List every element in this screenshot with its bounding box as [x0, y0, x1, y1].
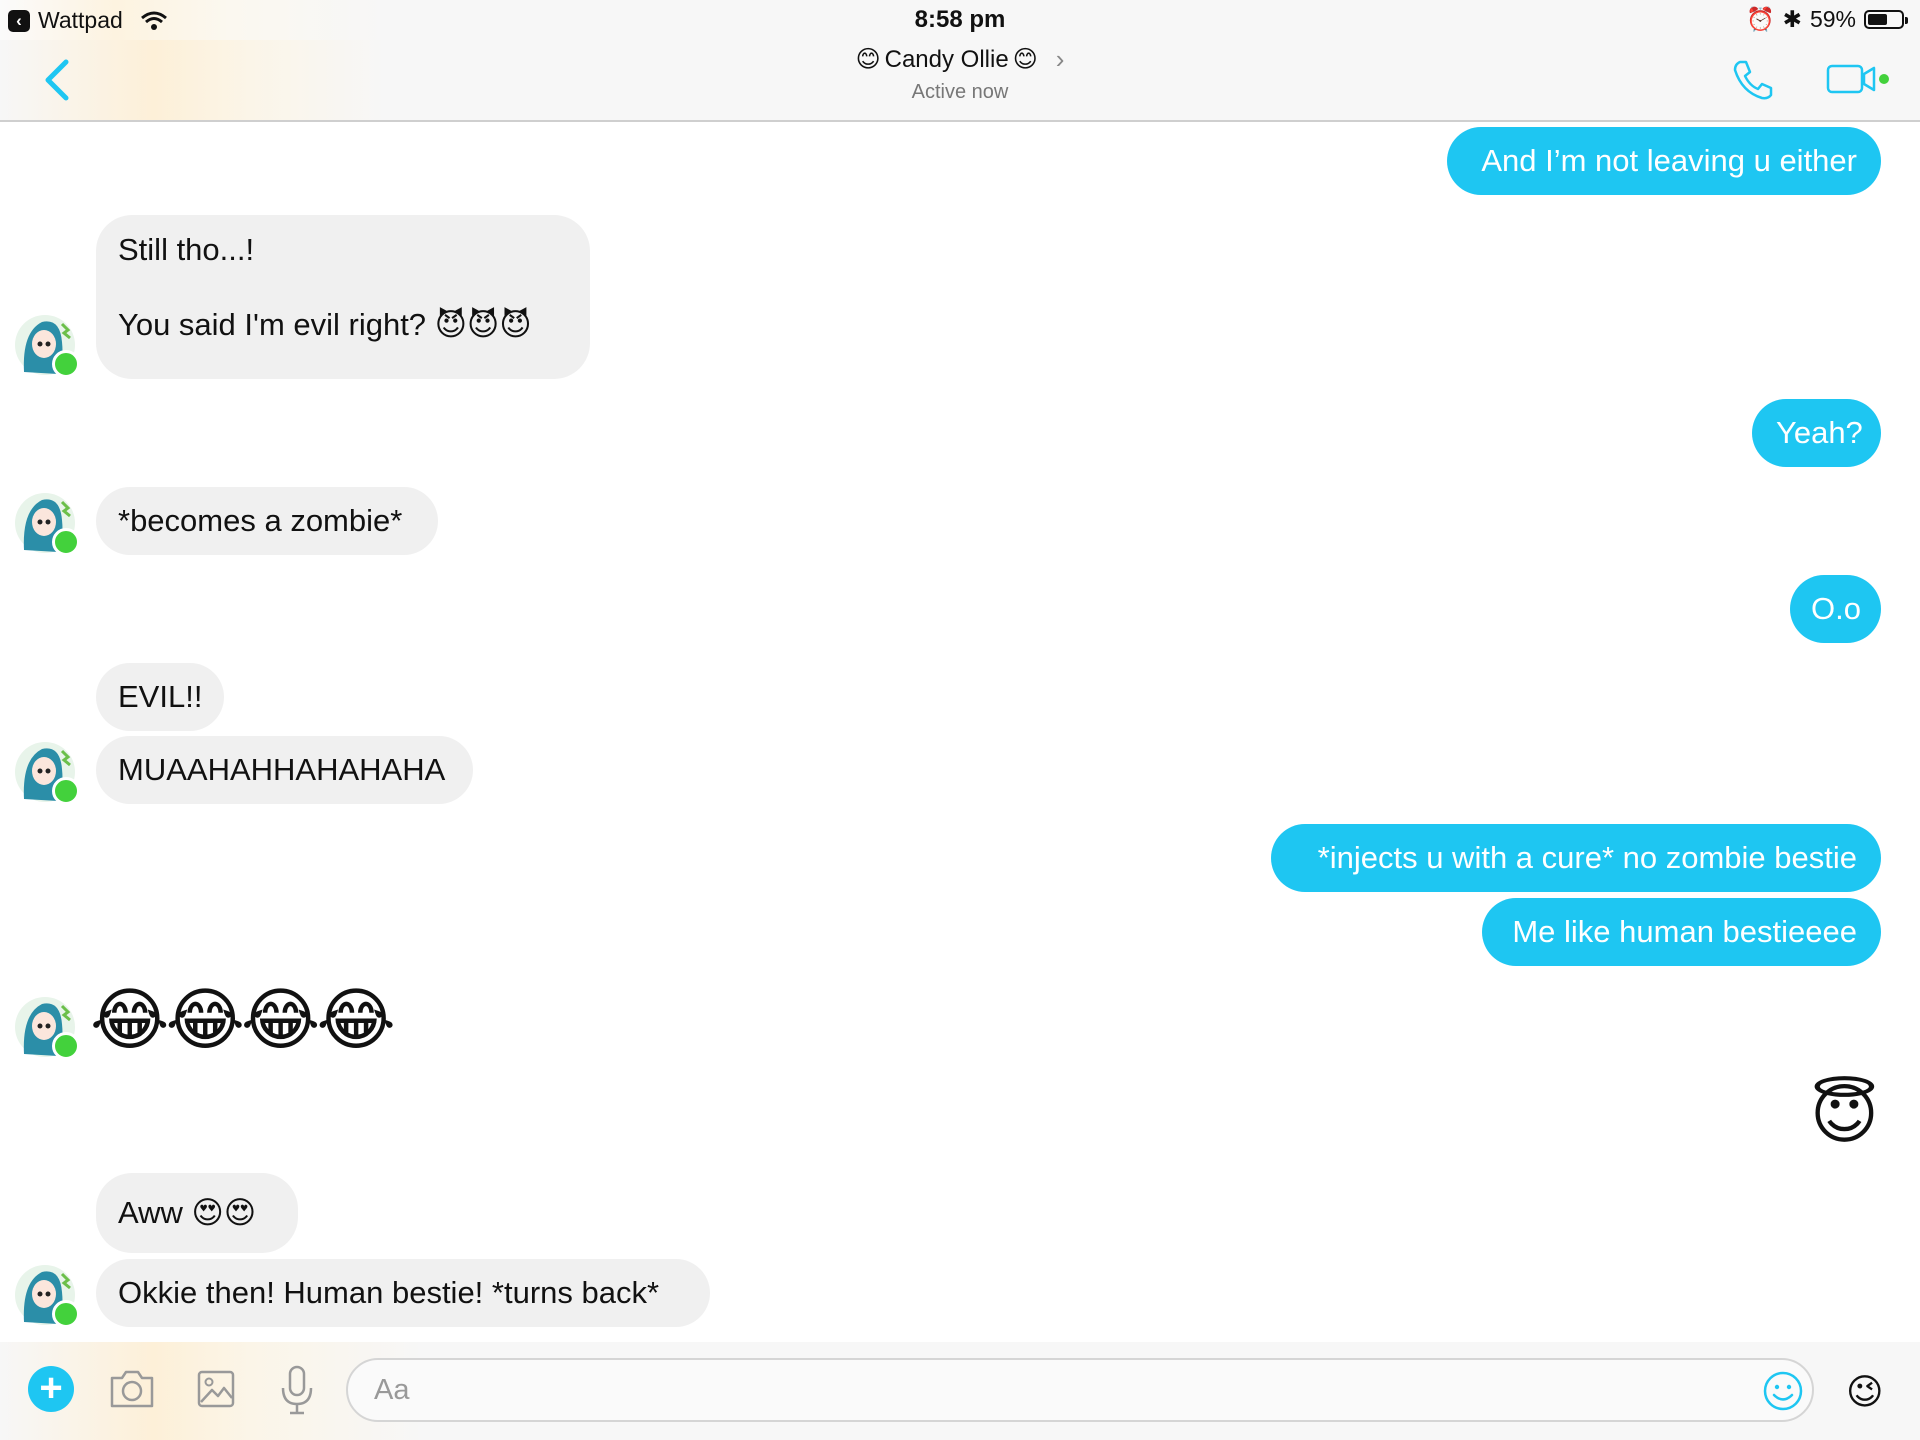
message-text: And I’m not leaving u either: [1481, 143, 1857, 178]
battery-fill: [1868, 14, 1887, 25]
avatar[interactable]: [14, 739, 80, 805]
smile-emoji-icon: 😊: [855, 46, 881, 73]
online-indicator: [52, 528, 80, 556]
message-text: Me like human bestieeee: [1512, 914, 1857, 949]
incoming-message[interactable]: EVIL!!: [96, 663, 224, 731]
message-text: EVIL!!: [118, 679, 203, 714]
emoji-icon[interactable]: [1762, 1370, 1804, 1412]
message-text: Okkie then! Human bestie! *turns back*: [118, 1275, 660, 1310]
incoming-message[interactable]: Aww 😍😍: [96, 1173, 298, 1253]
online-indicator: [52, 350, 80, 378]
incoming-message[interactable]: *becomes a zombie*: [96, 487, 438, 555]
message-text: MUAAHAHHAHAHAHA: [118, 752, 446, 787]
heart-eyes-emoji-icon: 😍😍: [191, 1195, 257, 1230]
laughing-emoji-icon: 😂😂😂😂: [90, 982, 396, 1058]
devil-emoji-icon: 😈😈😈: [434, 307, 532, 342]
chevron-right-icon: ›: [1055, 44, 1065, 74]
outgoing-message[interactable]: *injects u with a cure* no zombie bestie: [1271, 824, 1881, 892]
outgoing-message[interactable]: Me like human bestieeee: [1482, 898, 1881, 966]
incoming-message[interactable]: MUAAHAHHAHAHAHA: [96, 736, 473, 804]
message-input[interactable]: Aa: [346, 1358, 1814, 1422]
active-status: Active now: [911, 81, 1009, 103]
contact-name[interactable]: 😊 Candy Ollie 😊 ›: [856, 44, 1065, 75]
emoji-message[interactable]: 😂😂😂😂: [90, 982, 396, 1058]
avatar[interactable]: [14, 1262, 80, 1328]
composer-bar: + Aa 😉: [0, 1342, 1920, 1440]
outgoing-message[interactable]: Yeah?: [1752, 399, 1881, 467]
bluetooth-icon: ✱: [1782, 6, 1802, 32]
status-time: 8:58 pm: [914, 6, 1006, 33]
image-icon[interactable]: [196, 1366, 236, 1410]
camera-icon[interactable]: [108, 1366, 156, 1410]
video-camera-icon[interactable]: [1826, 62, 1892, 96]
avatar[interactable]: [14, 312, 80, 378]
message-text: *becomes a zombie*: [118, 503, 403, 538]
avatar[interactable]: [14, 490, 80, 556]
message-text: Yeah?: [1776, 415, 1863, 450]
outgoing-message[interactable]: And I’m not leaving u either: [1447, 127, 1881, 195]
message-text: O.o: [1811, 591, 1861, 626]
wink-emoji-icon: 😉: [1846, 1371, 1884, 1412]
message-text-part: You said I'm evil right?: [118, 307, 427, 342]
status-bar: ‹ Wattpad 8:58 pm ⏰ ✱ 59%: [0, 0, 1920, 40]
contact-info[interactable]: 😊 Candy Ollie 😊 › Active now: [0, 44, 1920, 104]
incoming-message[interactable]: Still tho...! You said I'm evil right? 😈…: [96, 215, 590, 379]
battery-percent: 59%: [1809, 6, 1856, 32]
contact-name-label: Candy Ollie: [884, 45, 1009, 73]
chat-header: 😊 Candy Ollie 😊 › Active now: [0, 40, 1920, 122]
message-input-placeholder: Aa: [374, 1374, 410, 1406]
online-indicator: [52, 1032, 80, 1060]
avatar[interactable]: [14, 994, 80, 1060]
like-emoji-button[interactable]: 😉: [1846, 1372, 1884, 1412]
microphone-icon[interactable]: [280, 1364, 314, 1416]
online-indicator: [52, 1300, 80, 1328]
plus-icon[interactable]: +: [28, 1366, 74, 1412]
alarm-icon: ⏰: [1746, 6, 1775, 32]
message-text: You said I'm evil right? 😈😈😈: [118, 302, 568, 347]
status-right: ⏰ ✱ 59%: [1746, 6, 1908, 33]
online-indicator: [52, 777, 80, 805]
message-text: *injects u with a cure* no zombie bestie: [1317, 840, 1857, 875]
smile-emoji-icon: 😊: [1012, 46, 1038, 73]
outgoing-message[interactable]: O.o: [1790, 575, 1881, 643]
message-text: Aww: [118, 1195, 183, 1230]
phone-icon[interactable]: [1730, 58, 1774, 102]
battery-icon: [1864, 10, 1908, 29]
angel-emoji-icon: 😇: [1810, 1077, 1879, 1151]
emoji-message[interactable]: 😇: [1810, 1076, 1879, 1152]
incoming-message[interactable]: Okkie then! Human bestie! *turns back*: [96, 1259, 710, 1327]
message-text: Still tho...!: [118, 232, 255, 267]
